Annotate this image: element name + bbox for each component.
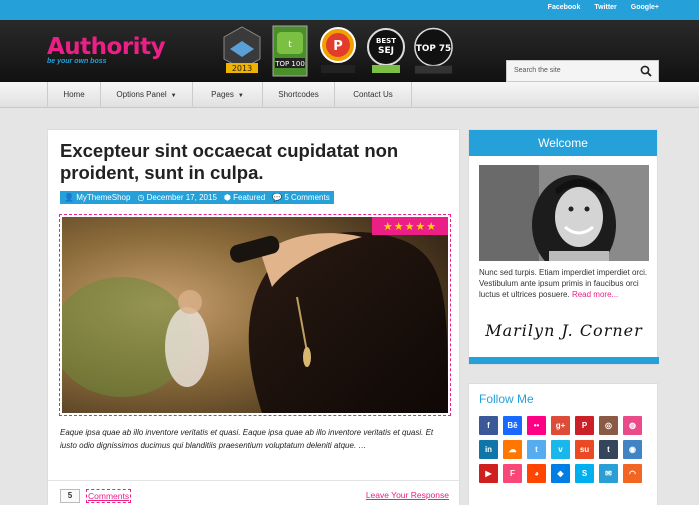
welcome-bio: Nunc sed turpis. Etiam imperdiet imperdi… <box>479 267 651 300</box>
post-excerpt: Eaque ipsa quae ab illo inventore verita… <box>60 428 434 450</box>
behance-icon[interactable]: Bē <box>503 416 522 435</box>
rating-stars: ★★★★★ <box>372 217 448 235</box>
nav-item-shortcodes[interactable]: Shortcodes <box>262 82 334 108</box>
nav-item-label: Contact Us <box>353 90 393 99</box>
welcome-widget: Welcome Nunc sed turpis. Etiam imperdiet… <box>468 129 659 365</box>
follow-widget: Follow Me f Bē •• g+ P ◎ ◍ in ☁ t v su t ◉ ▶ F ◕ ◆ S ✉ ◠ <box>468 383 658 505</box>
social-icons-grid: f Bē •• g+ P ◎ ◍ in ☁ t v su t ◉ ▶ F ◕ ◆ S ✉ ◠ <box>479 416 651 483</box>
dribbble-icon[interactable]: ◍ <box>623 416 642 435</box>
vimeo-icon[interactable]: v <box>551 440 570 459</box>
svg-text:SEJ: SEJ <box>378 46 394 56</box>
top-bar: Facebook Twitter Google+ <box>0 0 699 20</box>
award-badges: 2013 t TOP 100 P BEST SEJ TOP 75 <box>219 24 456 78</box>
dropbox-icon[interactable]: ◆ <box>551 464 570 483</box>
nav-item-label: Options Panel <box>116 90 167 99</box>
facebook-icon[interactable]: f <box>479 416 498 435</box>
post-category-text: Featured <box>233 193 266 202</box>
nav-item-label: Pages <box>211 90 234 99</box>
tumblr-icon[interactable]: t <box>599 440 618 459</box>
search-placeholder: Search the site <box>514 67 561 74</box>
main-nav: Home Options Panel ▼ Pages ▼ Shortcodes Co… <box>0 82 699 108</box>
nav-item-pages[interactable]: Pages ▼ <box>192 82 262 108</box>
chevron-down-icon: ▼ <box>237 93 244 99</box>
post-footer: 5 Comments Leave Your Response <box>48 480 461 505</box>
youtube-icon[interactable]: ▶ <box>479 464 498 483</box>
post-title[interactable]: Excepteur sint occaecat cupidatat non pr… <box>60 140 450 184</box>
linkedin-icon[interactable]: in <box>479 440 498 459</box>
post-meta: 👤 MyThemeShop ◷ December 17, 2015 ⬢ Feat… <box>60 191 334 204</box>
svg-text:TOP 75: TOP 75 <box>416 44 451 54</box>
google-plus-icon[interactable]: g+ <box>551 416 570 435</box>
site-logo[interactable]: Authority be your own boss <box>47 34 166 65</box>
search-input[interactable]: Search the site <box>506 60 659 82</box>
site-header: Authority be your own boss 2013 t TOP 10… <box>0 20 699 82</box>
post-author[interactable]: 👤 MyThemeShop <box>64 193 130 202</box>
comment-count-badge: 5 <box>60 489 80 503</box>
google-plus-link[interactable]: Google+ <box>631 4 659 11</box>
svg-text:t: t <box>288 40 292 50</box>
top-affiliate-marketing-blog-badge: 2013 <box>219 24 264 78</box>
logo-title: Authority <box>47 34 166 60</box>
svg-text:P: P <box>333 39 343 54</box>
leave-response-link[interactable]: Leave Your Response <box>366 490 449 500</box>
nav-item-contact-us[interactable]: Contact Us <box>334 82 412 108</box>
email-icon[interactable]: ✉ <box>599 464 618 483</box>
featured-image[interactable]: ★★★★★ <box>59 214 451 416</box>
nav-item-home[interactable]: Home <box>47 82 100 108</box>
author-signature: Marilyn J. Corner <box>485 321 643 340</box>
read-more-link[interactable]: Read more... <box>572 290 618 299</box>
post-card: Excepteur sint occaecat cupidatat non pr… <box>47 129 461 505</box>
nav-item-label: Home <box>63 90 85 99</box>
featured-photo <box>62 217 448 413</box>
stumbleupon-icon[interactable]: su <box>575 440 594 459</box>
svg-text:2013: 2013 <box>231 64 251 73</box>
skype-icon[interactable]: S <box>575 464 594 483</box>
welcome-title: Welcome <box>469 130 657 156</box>
soundcloud-icon[interactable]: ☁ <box>503 440 522 459</box>
flickr-icon[interactable]: •• <box>527 416 546 435</box>
twitter-icon[interactable]: t <box>527 440 546 459</box>
instagram-icon[interactable]: ◎ <box>599 416 618 435</box>
reddit-icon[interactable]: ◕ <box>527 464 546 483</box>
twitter-link[interactable]: Twitter <box>594 4 616 11</box>
post-comments-count[interactable]: 💬 5 Comments <box>272 193 330 202</box>
rss-icon[interactable]: ◠ <box>623 464 642 483</box>
social-links: Facebook Twitter Google+ <box>548 4 659 11</box>
follow-title: Follow Me <box>479 392 534 406</box>
welcome-bio-text: Nunc sed turpis. Etiam imperdiet imperdi… <box>479 268 648 299</box>
problogger-badge: P <box>315 24 360 78</box>
post-comments-text: 5 Comments <box>284 193 330 202</box>
technorati-top-100-badge: t TOP 100 <box>267 24 312 78</box>
foursquare-icon[interactable]: F <box>503 464 522 483</box>
comments-link[interactable]: Comments <box>86 489 132 503</box>
welcome-bottom-bar <box>469 357 659 364</box>
svg-text:BEST: BEST <box>376 37 396 45</box>
nav-item-label: Shortcodes <box>278 90 319 99</box>
chevron-down-icon: ▼ <box>170 93 177 99</box>
post-date-text: December 17, 2015 <box>146 193 217 202</box>
post-date: ◷ December 17, 2015 <box>137 193 217 202</box>
post-category[interactable]: ⬢ Featured <box>224 193 265 202</box>
post-author-name: MyThemeShop <box>76 193 131 202</box>
pinterest-icon[interactable]: P <box>575 416 594 435</box>
svg-text:TOP 100: TOP 100 <box>274 60 305 68</box>
facebook-link[interactable]: Facebook <box>548 4 581 11</box>
search-icon[interactable] <box>640 65 652 77</box>
best-of-sej-badge: BEST SEJ <box>363 24 408 78</box>
unbounce-top-75-badge: TOP 75 <box>411 24 456 78</box>
github-icon[interactable]: ◉ <box>623 440 642 459</box>
nav-item-options-panel[interactable]: Options Panel ▼ <box>100 82 192 108</box>
author-photo <box>479 165 649 261</box>
